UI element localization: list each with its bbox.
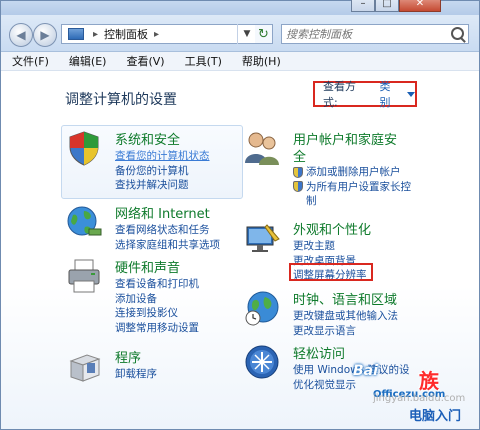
breadcrumb-separator-icon[interactable]: ▸ xyxy=(93,29,98,40)
category-ease-of-access[interactable]: 轻松访问 使用 Windows 建议的设 优化视觉显示 xyxy=(243,343,433,393)
category-title[interactable]: 外观和个性化 xyxy=(293,219,371,238)
menu-tools[interactable]: 工具(T) xyxy=(174,53,231,69)
view-by-value[interactable]: 类别 xyxy=(380,78,401,110)
minimize-button[interactable]: – xyxy=(351,0,375,12)
control-panel-content: 调整计算机的设置 查看方式: 类别 系统和安全 查看您的计算机状态 备份您的计算… xyxy=(1,71,479,429)
forward-arrow-icon: ▶ xyxy=(40,28,50,42)
link-devices-printers[interactable]: 查看设备和打印机 xyxy=(115,277,199,292)
category-title[interactable]: 轻松访问 xyxy=(293,343,345,362)
menu-file[interactable]: 文件(F) xyxy=(1,53,58,69)
users-icon xyxy=(245,132,279,165)
chevron-down-icon[interactable] xyxy=(407,91,415,97)
category-title[interactable]: 硬件和声音 xyxy=(115,257,180,276)
search-input[interactable] xyxy=(282,25,450,43)
link-uninstall-program[interactable]: 卸载程序 xyxy=(115,367,157,382)
link-change-input-method[interactable]: 更改键盘或其他输入法 xyxy=(293,309,398,324)
control-panel-window: – □ ✕ ◀ ▶ ▸ 控制面板 ▸ ▼ ↻ 文件(F) 编辑(E) 查看(V)… xyxy=(0,0,480,430)
refresh-icon: ↻ xyxy=(258,26,269,42)
refresh-button[interactable]: ↻ xyxy=(255,24,273,44)
category-title[interactable]: 程序 xyxy=(115,347,141,366)
forward-button[interactable]: ▶ xyxy=(33,23,57,47)
link-network-status[interactable]: 查看网络状态和任务 xyxy=(115,223,220,238)
link-parental-controls-wrap[interactable]: 制 xyxy=(293,194,411,209)
category-clock-language-region[interactable]: 时钟、语言和区域 更改键盘或其他输入法 更改显示语言 xyxy=(243,289,433,339)
back-button[interactable]: ◀ xyxy=(9,23,33,47)
link-mobility-settings[interactable]: 调整常用移动设置 xyxy=(115,321,199,336)
category-title[interactable]: 时钟、语言和区域 xyxy=(293,289,397,308)
category-title[interactable]: 用户帐户和家庭安 xyxy=(293,129,397,148)
programs-box-icon xyxy=(69,354,101,382)
link-troubleshoot[interactable]: 查找并解决问题 xyxy=(115,178,210,193)
shield-icon xyxy=(69,131,99,166)
back-arrow-icon: ◀ xyxy=(16,28,26,42)
category-user-accounts[interactable]: 用户帐户和家庭安 全 添加或删除用户帐户 为所有用户设置家长控 制 xyxy=(243,129,433,207)
highlight-screen-resolution xyxy=(289,263,373,281)
link-windows-suggest-settings[interactable]: 使用 Windows 建议的设 xyxy=(293,363,410,378)
caption-buttons: – □ ✕ xyxy=(351,0,441,12)
category-system-security[interactable]: 系统和安全 查看您的计算机状态 备份您的计算机 查找并解决问题 xyxy=(65,129,245,199)
category-hardware-sound[interactable]: 硬件和声音 查看设备和打印机 添加设备 连接到投影仪 调整常用移动设置 xyxy=(65,257,245,337)
address-row: ◀ ▶ ▸ 控制面板 ▸ ▼ ↻ xyxy=(1,15,479,52)
title-bar: – □ ✕ xyxy=(1,0,479,15)
clock-globe-icon xyxy=(245,291,279,326)
breadcrumb-separator-icon[interactable]: ▸ xyxy=(154,29,159,40)
address-dropdown-button[interactable]: ▼ xyxy=(237,24,256,44)
link-change-theme[interactable]: 更改主题 xyxy=(293,239,367,254)
menu-help[interactable]: 帮助(H) xyxy=(231,53,290,69)
view-by-label: 查看方式: xyxy=(323,80,356,109)
close-button[interactable]: ✕ xyxy=(399,0,441,12)
menu-bar: 文件(F) 编辑(E) 查看(V) 工具(T) 帮助(H) xyxy=(1,52,479,71)
link-parental-controls[interactable]: 为所有用户设置家长控 xyxy=(293,180,411,195)
globe-network-icon xyxy=(67,206,102,236)
search-icon[interactable] xyxy=(451,27,464,40)
maximize-button[interactable]: □ xyxy=(375,0,399,12)
ease-of-access-icon xyxy=(245,345,279,379)
link-homegroup[interactable]: 选择家庭组和共享选项 xyxy=(115,238,220,253)
display-personalize-icon xyxy=(246,224,280,252)
chevron-down-icon: ▼ xyxy=(243,29,251,39)
link-backup-computer[interactable]: 备份您的计算机 xyxy=(115,164,210,179)
search-box[interactable] xyxy=(281,24,469,44)
link-add-device[interactable]: 添加设备 xyxy=(115,292,199,307)
printer-icon xyxy=(68,259,100,293)
page-title: 调整计算机的设置 xyxy=(65,92,177,108)
link-parental-controls-label: 为所有用户设置家长控 xyxy=(306,180,411,193)
link-add-remove-users[interactable]: 添加或删除用户帐户 xyxy=(293,165,411,180)
watermark-brand: 电脑入门 xyxy=(409,409,462,424)
menu-view[interactable]: 查看(V) xyxy=(115,53,173,69)
category-title[interactable]: 网络和 Internet xyxy=(115,203,210,222)
link-connect-projector[interactable]: 连接到投影仪 xyxy=(115,306,199,321)
watermark-jingyan: jingyan.baidu.com xyxy=(373,393,466,404)
uac-shield-icon xyxy=(293,166,303,178)
breadcrumb-control-panel[interactable]: 控制面板 xyxy=(104,26,148,42)
uac-shield-icon xyxy=(293,181,303,193)
category-title-wrap[interactable]: 全 xyxy=(293,146,306,165)
watermark-baidu: Bai xyxy=(353,363,378,379)
category-network-internet[interactable]: 网络和 Internet 查看网络状态和任务 选择家庭组和共享选项 xyxy=(65,203,245,253)
link-change-display-language[interactable]: 更改显示语言 xyxy=(293,324,398,339)
category-programs[interactable]: 程序 卸载程序 xyxy=(65,347,245,387)
view-by-selector[interactable]: 查看方式: 类别 xyxy=(313,78,417,110)
link-add-remove-users-label: 添加或删除用户帐户 xyxy=(306,166,401,178)
link-view-computer-status[interactable]: 查看您的计算机状态 xyxy=(115,149,210,164)
control-panel-icon xyxy=(68,28,84,40)
menu-edit[interactable]: 编辑(E) xyxy=(58,53,116,69)
category-title[interactable]: 系统和安全 xyxy=(115,129,180,148)
